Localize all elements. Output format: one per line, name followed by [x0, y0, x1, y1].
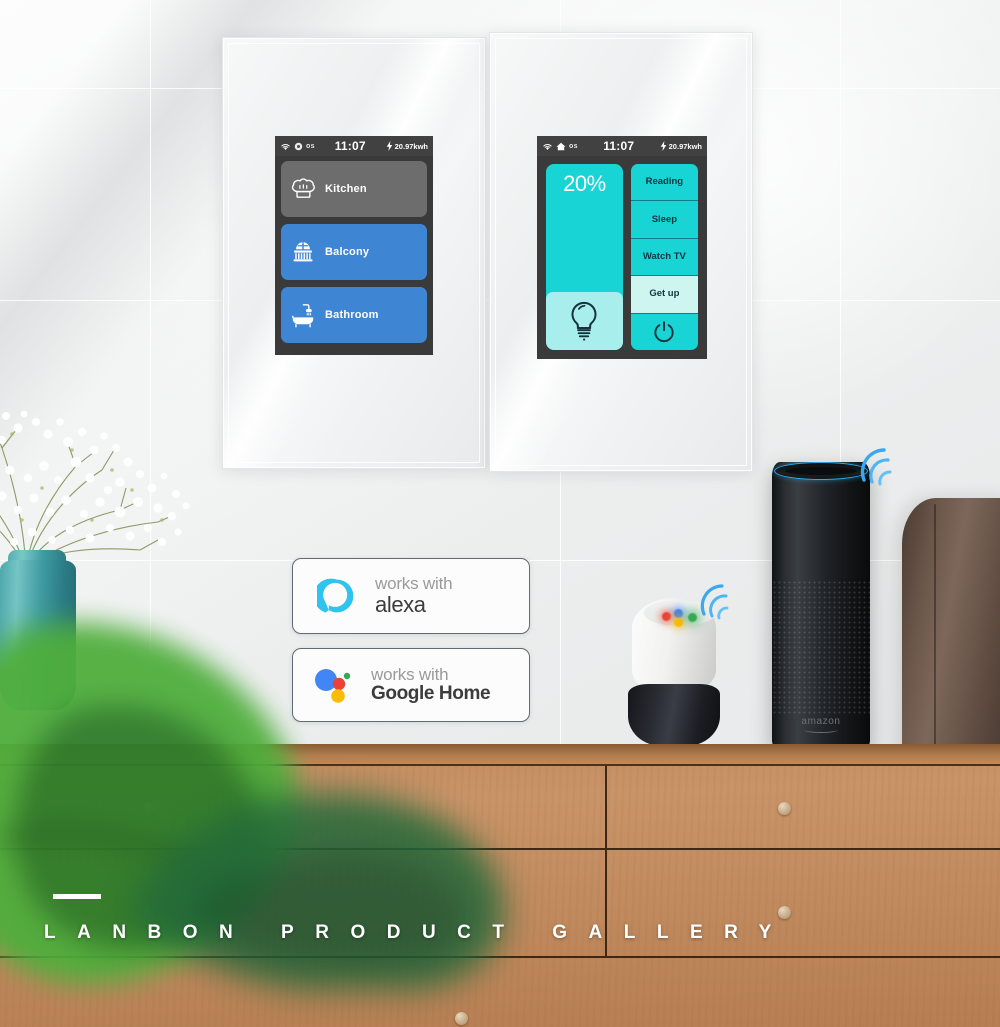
scene-button-get-up[interactable]: Get up [630, 276, 698, 314]
wifi-signal-icon [860, 448, 892, 486]
amazon-echo-speaker: amazon [772, 462, 870, 747]
drawer-divider [605, 766, 607, 848]
scene-list: Reading Sleep Watch TV Get up [630, 164, 698, 350]
balcony-icon [281, 240, 325, 264]
energy-reading-left: 20.97kwh [394, 141, 428, 151]
room-button-bathroom[interactable]: Bathroom [281, 287, 427, 343]
brightness-value: 20% [563, 171, 606, 196]
lighting-scene-body: 20% Reading Sleep Watch TV Get up [537, 156, 707, 359]
lightbulb-icon [566, 300, 602, 342]
statusbar-right: os 11:07 20.97kwh [537, 136, 707, 156]
moon-icon [294, 142, 303, 151]
clock-left: 11:07 [334, 139, 366, 153]
babys-breath-flowers [0, 410, 190, 569]
power-button[interactable] [631, 314, 698, 350]
bolt-icon [660, 141, 667, 151]
wifi-signal-icon [700, 584, 729, 620]
bathtub-icon [281, 302, 325, 328]
room-list: Kitchen Balcony Bathroom [275, 156, 433, 348]
wifi-icon [542, 142, 553, 151]
scene-button-reading[interactable]: Reading [630, 164, 698, 202]
led-yellow [674, 618, 683, 627]
drawer-knob[interactable] [778, 906, 791, 919]
led-blue [674, 609, 683, 618]
drawer-knob[interactable] [455, 1012, 468, 1025]
chef-hat-icon [281, 177, 325, 201]
room-label: Balcony [325, 246, 370, 258]
scene-button-watch-tv[interactable]: Watch TV [630, 239, 698, 277]
mode-label: os [306, 142, 315, 150]
sofa-seam [934, 504, 936, 752]
sofa-armrest [902, 498, 1000, 760]
screen-room-control[interactable]: os 11:07 20.97kwh Kitchen Balcony Bathro… [275, 136, 433, 355]
amazon-logo: amazon [772, 716, 870, 733]
echo-speaker-grille [772, 580, 870, 715]
room-button-kitchen[interactable]: Kitchen [281, 161, 427, 217]
wifi-icon [280, 142, 291, 151]
product-gallery-scene: os 11:07 20.97kwh Kitchen Balcony Bathro… [0, 0, 1000, 1027]
led-green [688, 613, 697, 622]
room-button-balcony[interactable]: Balcony [281, 224, 427, 280]
clock-right: 11:07 [603, 139, 635, 153]
screen-lighting-scenes[interactable]: os 11:07 20.97kwh 20% Reading Sleep Watc… [537, 136, 707, 359]
page-title: LANBON PRODUCT GALLERY [44, 922, 793, 943]
power-icon [652, 320, 676, 344]
google-home-base [628, 684, 720, 746]
statusbar-left: os 11:07 20.97kwh [275, 136, 433, 156]
scene-button-sleep[interactable]: Sleep [630, 201, 698, 239]
room-label: Bathroom [325, 309, 379, 321]
bolt-icon [386, 141, 393, 151]
brightness-slider[interactable]: 20% [546, 164, 623, 350]
led-red [662, 612, 671, 621]
drawer-knob[interactable] [778, 802, 791, 815]
echo-light-ring [774, 462, 868, 480]
room-label: Kitchen [325, 183, 367, 195]
mode-label: os [569, 142, 578, 150]
light-toggle-button[interactable] [546, 292, 623, 350]
caption-rule [53, 894, 101, 899]
energy-reading-right: 20.97kwh [668, 141, 702, 151]
home-icon [556, 142, 566, 151]
monstera-leaf-foreground-lower [133, 792, 505, 990]
google-home-speaker [626, 598, 722, 746]
